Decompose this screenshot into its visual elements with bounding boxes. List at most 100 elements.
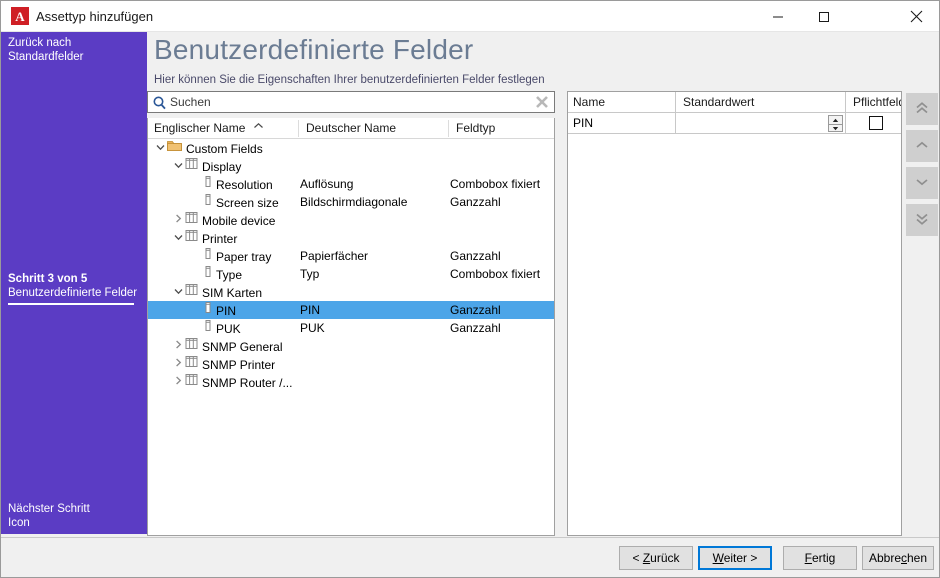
sidebar-back-link[interactable]: Zurück nach Standardfelder [8, 36, 140, 64]
cancel-button[interactable]: Abbrechen [862, 546, 934, 570]
sidebar-next-step-value: Icon [8, 516, 140, 530]
tree-row-label: SIM Karten [202, 286, 262, 300]
grid-cell-name: PIN [568, 113, 675, 133]
spinner-up-icon[interactable] [829, 116, 842, 124]
tree-column-header-german[interactable]: Deutscher Name [300, 118, 396, 138]
tree-row[interactable]: ResolutionAuflösungCombobox fixiert [148, 175, 554, 193]
tree-row[interactable]: Screen sizeBildschirmdiagonaleGanzzahl [148, 193, 554, 211]
window-title: Assettyp hinzufügen [36, 1, 153, 32]
tree-row[interactable]: Type Typ Combobox fixiert [148, 265, 554, 283]
tree-row[interactable]: Custom Fields [148, 139, 554, 157]
tree-row[interactable]: Paper trayPapierfächerGanzzahl [148, 247, 554, 265]
field-icon [203, 193, 212, 211]
tree-row[interactable]: SNMP General [148, 337, 554, 355]
chevron-up-icon [914, 139, 930, 153]
back-button[interactable]: < Zurück [619, 546, 693, 570]
maximize-button[interactable] [801, 1, 847, 32]
field-icon [203, 265, 212, 283]
tree-row-fieldtype-cell: Ganzzahl [450, 247, 501, 265]
grid-column-header-required: Pflichtfeld [848, 92, 902, 112]
tree-rows-container: Custom FieldsDisplayResolutionAuflösungC… [148, 139, 554, 391]
tree-row[interactable]: Display [148, 157, 554, 175]
chevron-down-icon[interactable] [172, 158, 185, 176]
sidebar-back-link-line2: Standardfelder [8, 50, 140, 64]
field-icon [203, 319, 212, 337]
table-icon [185, 283, 198, 301]
search-input[interactable]: Suchen [170, 92, 211, 112]
tree-row-label: Printer [202, 232, 237, 246]
tree-row-label: SNMP Printer [202, 358, 275, 372]
tree-row-english-cell: Custom Fields [154, 139, 263, 157]
sidebar-step-underline [8, 303, 134, 305]
sidebar-back-link-line1: Zurück nach [8, 36, 140, 50]
tree-row[interactable]: SNMP Printer [148, 355, 554, 373]
tree-row-german-cell: Typ [300, 265, 319, 283]
tree-row-english-cell: Display [172, 157, 241, 175]
move-down-button[interactable] [906, 167, 938, 199]
tree-row-english-cell: Type [190, 265, 242, 283]
tree-row[interactable]: PINPINGanzzahl [148, 301, 554, 319]
chevron-right-icon[interactable] [172, 356, 185, 374]
page-subtitle: Hier können Sie die Eigenschaften Ihrer … [154, 74, 545, 86]
chevron-down-icon[interactable] [154, 140, 167, 158]
tree-row[interactable]: Mobile device [148, 211, 554, 229]
folder-icon [167, 139, 182, 157]
grid-row[interactable]: PIN [568, 113, 901, 134]
tree-header-divider-1[interactable] [298, 120, 299, 137]
chevron-down-icon[interactable] [172, 230, 185, 248]
move-up-button[interactable] [906, 130, 938, 162]
grid-column-header-name: Name [568, 92, 605, 112]
tree-row-english-cell: Paper tray [190, 247, 271, 265]
tree-row-english-cell: PUK [190, 319, 241, 337]
clear-icon[interactable] [534, 94, 550, 110]
field-icon [203, 247, 212, 265]
page-title: Benutzerdefinierte Felder [154, 34, 473, 66]
tree-row-label: Resolution [216, 178, 273, 192]
tree-row[interactable]: SNMP Router /... [148, 373, 554, 391]
double-chevron-up-icon [914, 101, 930, 118]
tree-row[interactable]: SIM Karten [148, 283, 554, 301]
move-to-top-button[interactable] [906, 93, 938, 125]
spinner-down-icon[interactable] [829, 124, 842, 132]
table-icon [185, 211, 198, 229]
sort-ascending-icon [253, 122, 264, 132]
tree-column-header-fieldtype[interactable]: Feldtyp [450, 118, 495, 138]
search-box[interactable]: Suchen [147, 91, 555, 113]
chevron-right-icon[interactable] [172, 338, 185, 356]
tree-row[interactable]: Printer [148, 229, 554, 247]
close-button[interactable] [893, 1, 939, 32]
table-icon [185, 355, 198, 373]
app-logo-letter: A [15, 10, 24, 23]
tree-row-english-cell: SNMP General [172, 337, 282, 355]
search-icon [152, 95, 168, 111]
field-detail-grid[interactable]: Name Standardwert Pflichtfeld PIN [567, 91, 902, 536]
sidebar-next-step[interactable]: Nächster Schritt Icon [8, 502, 140, 530]
tree-row-label: Custom Fields [186, 142, 263, 156]
field-icon [203, 301, 212, 319]
move-to-bottom-button[interactable] [906, 204, 938, 236]
tree-row-english-cell: SIM Karten [172, 283, 262, 301]
tree-row-german-cell: Bildschirmdiagonale [300, 193, 407, 211]
minimize-button[interactable] [755, 1, 801, 32]
chevron-down-icon[interactable] [172, 284, 185, 302]
tree-column-header-english[interactable]: Englischer Name [148, 118, 245, 138]
default-value-spinner[interactable] [828, 115, 843, 132]
finish-button-label: Fertig [805, 551, 836, 565]
tree-row-label: SNMP General [202, 340, 282, 354]
grid-cell-required[interactable] [848, 113, 901, 133]
required-checkbox[interactable] [869, 116, 883, 130]
tree-header-divider-2[interactable] [448, 120, 449, 137]
next-button[interactable]: Weiter > [698, 546, 772, 570]
tree-row-fieldtype-cell: Combobox fixiert [450, 265, 540, 283]
tree-row-label: Type [216, 268, 242, 282]
chevron-right-icon[interactable] [172, 212, 185, 230]
grid-row-divider-1 [675, 113, 676, 133]
tree-row-label: Screen size [216, 196, 279, 210]
finish-button[interactable]: Fertig [783, 546, 857, 570]
chevron-right-icon[interactable] [172, 374, 185, 392]
grid-cell-default-value[interactable] [678, 113, 845, 133]
tree-row-german-cell: PUK [300, 319, 325, 337]
custom-fields-tree[interactable]: Englischer Name Deutscher Name Feldtyp C… [147, 118, 555, 536]
tree-row[interactable]: PUKPUKGanzzahl [148, 319, 554, 337]
close-icon [910, 10, 923, 23]
